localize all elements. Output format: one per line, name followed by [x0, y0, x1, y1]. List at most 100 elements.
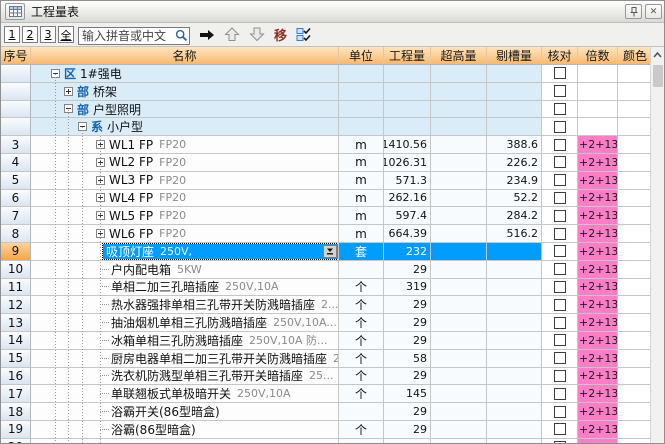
name-cell[interactable]: 单相二加三孔暗插座250V,10A [31, 279, 339, 297]
dropdown-button[interactable] [323, 245, 337, 258]
table-grid-icon[interactable] [5, 3, 25, 20]
table-row[interactable]: 11单相二加三孔暗插座250V,10A个319+2+13*2 [1, 279, 652, 297]
col-header-groove[interactable]: 剔槽量 [487, 47, 542, 64]
vertical-scrollbar[interactable] [650, 47, 664, 444]
col-header-qty[interactable]: 工程量 [384, 47, 431, 64]
check-checkbox[interactable] [554, 299, 566, 311]
collapse-minus-icon[interactable] [78, 122, 87, 131]
check-checkbox[interactable] [554, 317, 566, 329]
table-row[interactable]: 7WL5 FPFP20m597.4284.2+2+13*2 [1, 207, 652, 225]
name-cell[interactable]: WL4 FPFP20 [31, 190, 339, 208]
name-cell[interactable]: 吸顶灯座250V, [31, 243, 339, 261]
color-cell[interactable] [618, 314, 652, 332]
expand-plus-icon[interactable] [96, 158, 105, 167]
check-checkbox[interactable] [554, 281, 566, 293]
collapse-minus-icon[interactable] [64, 104, 73, 113]
name-cell[interactable]: 热水器强排单相三孔带开关防溅暗插座2... [31, 296, 339, 314]
check-checkbox[interactable] [554, 388, 566, 400]
check-checkbox[interactable] [554, 352, 566, 364]
name-cell[interactable]: WL2 FPFP20 [31, 154, 339, 172]
level-1-button[interactable]: 1 [4, 26, 20, 43]
table-row[interactable]: 系小户型 [1, 118, 652, 136]
name-editor[interactable]: 吸顶灯座250V, [103, 244, 338, 259]
check-checkbox[interactable] [554, 210, 566, 222]
col-header-mult[interactable]: 倍数 [578, 47, 618, 64]
color-cell[interactable] [618, 332, 652, 350]
name-cell[interactable]: 洗衣机防溅型单相三孔带开关暗插座25... [31, 368, 339, 386]
table-row[interactable]: 部桥架 [1, 83, 652, 101]
expand-plus-icon[interactable] [96, 229, 105, 238]
check-checkbox[interactable] [554, 103, 566, 115]
check-checkbox[interactable] [554, 245, 566, 257]
batch-check-button[interactable] [296, 25, 313, 45]
search-input[interactable] [78, 27, 190, 45]
collapse-minus-icon[interactable] [51, 69, 60, 78]
name-cell[interactable]: WL5 FPFP20 [31, 207, 339, 225]
color-cell[interactable] [618, 83, 652, 101]
check-checkbox[interactable] [554, 139, 566, 151]
table-row[interactable]: 19浴霸(86型暗盒)个29+2+13*2 [1, 421, 652, 439]
table-row[interactable]: 区1#强电 [1, 65, 652, 83]
table-row[interactable]: 4WL2 FPFP20m1026.31226.2+2+13*2 [1, 154, 652, 172]
name-cell[interactable]: 区1#强电 [31, 65, 339, 83]
table-row[interactable]: 18浴霸开关(86型暗盒)29+2+13*2 [1, 403, 652, 421]
color-cell[interactable] [618, 190, 652, 208]
color-cell[interactable] [618, 368, 652, 386]
expand-plus-icon[interactable] [64, 87, 73, 96]
color-cell[interactable] [618, 243, 652, 261]
scrollbar-thumb[interactable] [653, 65, 663, 87]
color-cell[interactable] [618, 65, 652, 83]
move-down-button[interactable] [249, 25, 265, 45]
color-cell[interactable] [618, 439, 652, 444]
table-row[interactable]: 3WL1 FPFP20m1410.56388.6+2+13*2 [1, 136, 652, 154]
name-cell[interactable]: 部桥架 [31, 83, 339, 101]
table-row[interactable]: 12热水器强排单相三孔带开关防溅暗插座2...个29+2+13*2 [1, 296, 652, 314]
color-cell[interactable] [618, 279, 652, 297]
table-row[interactable]: 13抽油烟机单相三孔防溅暗插座250V,10A...个29+2+13*2 [1, 314, 652, 332]
check-checkbox[interactable] [554, 85, 566, 97]
name-cell[interactable]: WL3 FPFP20 [31, 172, 339, 190]
col-header-extra[interactable]: 超高量 [431, 47, 487, 64]
col-header-seq[interactable]: 序号 [1, 47, 31, 64]
table-row[interactable]: 6WL4 FPFP20m262.1652.2+2+13*2 [1, 190, 652, 208]
name-cell[interactable]: 单联翘板式单极暗开关250V,10A [31, 385, 339, 403]
expand-plus-icon[interactable] [96, 176, 105, 185]
color-cell[interactable] [618, 350, 652, 368]
name-cell[interactable]: 厨房电器单相二加三孔带开关防溅暗插座2 [31, 350, 339, 368]
color-cell[interactable] [618, 403, 652, 421]
level-3-button[interactable]: 3 [40, 26, 56, 43]
color-cell[interactable] [618, 296, 652, 314]
check-checkbox[interactable] [554, 156, 566, 168]
check-checkbox[interactable] [554, 174, 566, 186]
close-button[interactable]: ✕ [645, 4, 662, 19]
check-checkbox[interactable] [554, 121, 566, 133]
table-row[interactable]: 20+2+13*2 [1, 439, 652, 444]
color-cell[interactable] [618, 421, 652, 439]
expand-plus-icon[interactable] [96, 211, 105, 220]
expand-all-button[interactable]: 全 [58, 26, 74, 43]
name-cell[interactable] [31, 439, 339, 444]
color-cell[interactable] [618, 172, 652, 190]
name-cell[interactable]: 系小户型 [31, 118, 339, 136]
table-row[interactable]: 8WL6 FPFP20m664.39516.2+2+13*2 [1, 225, 652, 243]
expand-plus-icon[interactable] [96, 193, 105, 202]
col-header-unit[interactable]: 单位 [339, 47, 384, 64]
locate-button[interactable] [199, 25, 215, 45]
check-checkbox[interactable] [554, 334, 566, 346]
name-cell[interactable]: 部户型照明 [31, 101, 339, 119]
color-cell[interactable] [618, 118, 652, 136]
check-checkbox[interactable] [554, 67, 566, 79]
expand-plus-icon[interactable] [96, 140, 105, 149]
name-cell[interactable]: 抽油烟机单相三孔防溅暗插座250V,10A... [31, 314, 339, 332]
table-row[interactable]: 17单联翘板式单极暗开关250V,10A个145+2+13*2 [1, 385, 652, 403]
scrollbar-up-button[interactable] [651, 47, 664, 63]
pin-button[interactable] [625, 4, 642, 19]
move-up-button[interactable] [224, 25, 240, 45]
color-cell[interactable] [618, 136, 652, 154]
name-cell[interactable]: WL6 FPFP20 [31, 225, 339, 243]
check-checkbox[interactable] [554, 263, 566, 275]
table-row[interactable]: 部户型照明 [1, 101, 652, 119]
table-row[interactable]: 14冰箱单相三孔防溅暗插座250V,10A 防...个29+2+13*2 [1, 332, 652, 350]
check-checkbox[interactable] [554, 192, 566, 204]
check-checkbox[interactable] [554, 406, 566, 418]
